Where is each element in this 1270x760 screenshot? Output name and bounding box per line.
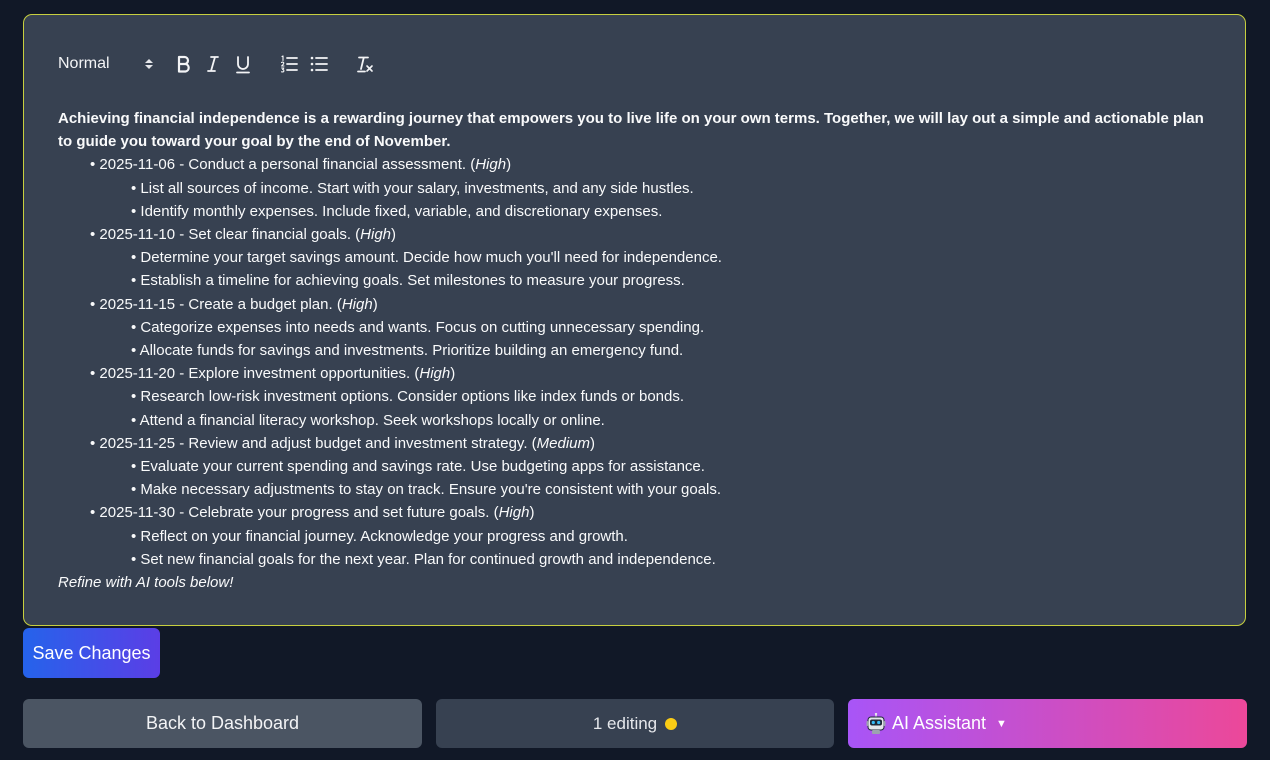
plan-item-title: Celebrate your progress and set future g… [188, 504, 490, 522]
bullet-list-button[interactable] [306, 51, 332, 77]
editing-status: 1 editing [436, 699, 834, 748]
plan-item-title: Set clear financial goals. [188, 226, 351, 244]
plan-subitem-text: Determine your target savings amount. De… [140, 249, 722, 267]
plan-subitem-list: Research low-risk investment options. Co… [90, 385, 1218, 431]
plan-subitem: Make necessary adjustments to stay on tr… [131, 478, 1218, 501]
plan-subitem-text: Establish a timeline for achieving goals… [140, 272, 685, 290]
plan-subitem-text: List all sources of income. Start with y… [140, 179, 694, 197]
document-content[interactable]: Achieving financial independence is a re… [58, 107, 1218, 594]
plan-item-date: 2025-11-06 [99, 156, 176, 174]
plan-subitem: Research low-risk investment options. Co… [131, 385, 1218, 408]
plan-item-priority: High [360, 226, 392, 244]
italic-icon [207, 56, 219, 72]
bold-icon [177, 55, 190, 73]
bullet-list-icon [310, 56, 328, 72]
plan-item: 2025-11-10 - Set clear financial goals. … [90, 223, 1218, 293]
clear-format-icon [357, 56, 373, 73]
plan-subitem: Establish a timeline for achieving goals… [131, 269, 1218, 292]
plan-subitem-list: Reflect on your financial journey. Ackno… [90, 525, 1218, 571]
plan-item-date: 2025-11-30 [99, 504, 176, 522]
plan-subitem-text: Make necessary adjustments to stay on tr… [140, 481, 722, 499]
document-intro: Achieving financial independence is a re… [58, 110, 1204, 151]
plan-item-title: Review and adjust budget and investment … [188, 434, 528, 452]
plan-subitem-text: Set new financial goals for the next yea… [140, 550, 716, 568]
plan-item: 2025-11-25 - Review and adjust budget an… [90, 432, 1218, 502]
ai-assistant-label: AI Assistant [892, 713, 987, 733]
plan-subitem: Attend a financial literacy workshop. Se… [131, 409, 1218, 432]
plan-subitem-text: Categorize expenses into needs and wants… [140, 318, 705, 336]
plan-subitem: Determine your target savings amount. De… [131, 246, 1218, 269]
editor-toolbar: Normal [58, 51, 382, 77]
bold-button[interactable] [170, 51, 196, 77]
plan-list: 2025-11-06 - Conduct a personal financia… [58, 153, 1218, 571]
back-to-dashboard-label: Back to Dashboard [145, 713, 300, 733]
plan-subitem: Allocate funds for savings and investmen… [131, 339, 1218, 362]
plan-item: 2025-11-06 - Conduct a personal financia… [90, 153, 1218, 223]
plan-item: 2025-11-30 - Celebrate your progress and… [90, 501, 1218, 571]
underline-button[interactable] [230, 51, 256, 77]
plan-item-date: 2025-11-15 [99, 295, 176, 313]
italic-button[interactable] [200, 51, 226, 77]
plan-subitem: Set new financial goals for the next yea… [131, 548, 1218, 571]
rich-text-editor[interactable]: Normal Achieving financial independence … [23, 14, 1246, 626]
plan-subitem: Evaluate your current spending and savin… [131, 455, 1218, 478]
plan-item: 2025-11-15 - Create a budget plan. (High… [90, 293, 1218, 363]
plan-subitem-text: Research low-risk investment options. Co… [140, 388, 685, 406]
chevron-down-icon: ▼ [996, 717, 1007, 730]
underline-icon [236, 55, 250, 73]
plan-item-title: Create a budget plan. [188, 295, 333, 313]
plan-subitem: Reflect on your financial journey. Ackno… [131, 525, 1218, 548]
plan-subitem-text: Allocate funds for savings and investmen… [139, 342, 684, 360]
plan-item-title: Conduct a personal financial assessment. [188, 156, 467, 174]
plan-subitem-list: Categorize expenses into needs and wants… [90, 316, 1218, 362]
ai-assistant-button[interactable]: AI Assistant ▼ [848, 699, 1247, 748]
back-to-dashboard-button[interactable]: Back to Dashboard [23, 699, 422, 748]
text-format-select[interactable]: Normal [58, 52, 154, 76]
plan-item: 2025-11-20 - Explore investment opportun… [90, 362, 1218, 432]
editing-count: 1 editing [592, 713, 658, 733]
ordered-list-icon [280, 55, 298, 73]
plan-subitem: List all sources of income. Start with y… [131, 177, 1218, 200]
plan-item-date: 2025-11-20 [99, 365, 176, 383]
select-arrows-icon [144, 59, 154, 69]
plan-subitem-text: Identify monthly expenses. Include fixed… [140, 202, 663, 220]
text-format-label: Normal [58, 55, 110, 72]
clear-format-button[interactable] [352, 51, 378, 77]
plan-subitem-list: Evaluate your current spending and savin… [90, 455, 1218, 501]
robot-icon [866, 712, 886, 735]
plan-subitem-text: Evaluate your current spending and savin… [140, 458, 705, 476]
plan-item-date: 2025-11-10 [99, 226, 176, 244]
plan-item-priority: Medium [536, 434, 591, 452]
ordered-list-button[interactable] [276, 51, 302, 77]
status-dot-icon [665, 717, 678, 730]
plan-subitem-list: Determine your target savings amount. De… [90, 246, 1218, 292]
plan-subitem-list: List all sources of income. Start with y… [90, 177, 1218, 223]
plan-item-priority: High [498, 504, 530, 522]
plan-subitem-text: Attend a financial literacy workshop. Se… [139, 411, 605, 429]
plan-item-priority: High [419, 365, 451, 383]
plan-item-priority: High [475, 156, 507, 174]
plan-item-priority: High [341, 295, 373, 313]
plan-item-date: 2025-11-25 [99, 434, 176, 452]
plan-item-title: Explore investment opportunities. [188, 365, 411, 383]
plan-subitem-text: Reflect on your financial journey. Ackno… [140, 527, 628, 545]
plan-subitem: Identify monthly expenses. Include fixed… [131, 200, 1218, 223]
save-changes-button[interactable]: Save Changes [23, 628, 160, 678]
document-outro: Refine with AI tools below! [58, 574, 234, 592]
plan-subitem: Categorize expenses into needs and wants… [131, 316, 1218, 339]
